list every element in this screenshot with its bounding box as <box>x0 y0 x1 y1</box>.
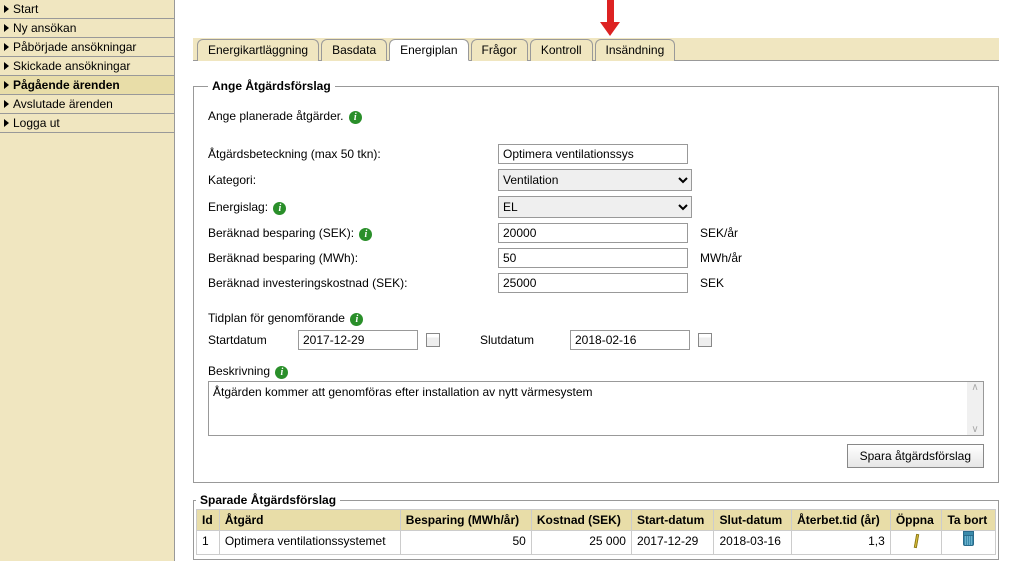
triangle-icon <box>4 100 9 108</box>
th-besparing: Besparing (MWh/år) <box>400 510 531 531</box>
calendar-icon[interactable] <box>698 333 712 347</box>
triangle-icon <box>4 81 9 89</box>
input-beteckning[interactable] <box>498 144 688 164</box>
form-intro: Ange planerade åtgärder. i <box>208 109 984 124</box>
info-icon[interactable]: i <box>359 228 372 241</box>
tabs: Energikartläggning Basdata Energiplan Fr… <box>193 38 999 61</box>
tab-energikartlaggning[interactable]: Energikartläggning <box>197 39 319 61</box>
sidebar-item-label: Start <box>13 2 38 16</box>
th-start: Start-datum <box>631 510 714 531</box>
label-energislag: Energislag: i <box>208 200 498 215</box>
cell-slut: 2018-03-16 <box>714 531 792 555</box>
label-investering: Beräknad investeringskostnad (SEK): <box>208 276 498 290</box>
select-kategori[interactable]: Ventilation <box>498 169 692 191</box>
pencil-icon[interactable] <box>913 534 918 548</box>
unit-mwhar: MWh/år <box>700 251 742 265</box>
sidebar-item-loggaut[interactable]: Logga ut <box>0 114 174 133</box>
label-beteckning: Åtgärdsbeteckning (max 50 tkn): <box>208 147 498 161</box>
sidebar-item-label: Påbörjade ansökningar <box>13 40 136 54</box>
th-aterbet: Återbet.tid (år) <box>792 510 891 531</box>
th-slut: Slut-datum <box>714 510 792 531</box>
sidebar-item-label: Avslutade ärenden <box>13 97 113 111</box>
th-kostnad: Kostnad (SEK) <box>531 510 631 531</box>
sidebar-item-avslutade[interactable]: Avslutade ärenden <box>0 95 174 114</box>
sidebar-item-pagaende[interactable]: Pågående ärenden <box>0 76 174 95</box>
cell-id: 1 <box>197 531 220 555</box>
cell-atgard: Optimera ventilationssystemet <box>219 531 400 555</box>
info-icon[interactable]: i <box>349 111 362 124</box>
input-slutdatum[interactable] <box>570 330 690 350</box>
sidebar-item-start[interactable]: Start <box>0 0 174 19</box>
cell-besparing: 50 <box>400 531 531 555</box>
triangle-icon <box>4 119 9 127</box>
label-besparing-sek: Beräknad besparing (SEK): i <box>208 226 498 241</box>
calendar-icon[interactable] <box>426 333 440 347</box>
textarea-beskrivning[interactable] <box>209 382 965 435</box>
sidebar-item-paborjade[interactable]: Påbörjade ansökningar <box>0 38 174 57</box>
tab-insandning[interactable]: Insändning <box>595 39 676 61</box>
save-button[interactable]: Spara åtgärdsförslag <box>847 444 984 468</box>
triangle-icon <box>4 62 9 70</box>
tab-basdata[interactable]: Basdata <box>321 39 387 61</box>
form-legend: Ange Åtgärdsförslag <box>208 79 335 93</box>
scroll-down-icon[interactable]: ∨ <box>971 424 978 435</box>
tab-fragor[interactable]: Frågor <box>471 39 528 61</box>
info-icon[interactable]: i <box>350 313 363 326</box>
input-startdatum[interactable] <box>298 330 418 350</box>
label-startdatum: Startdatum <box>208 333 298 347</box>
timeplan-title: Tidplan för genomförande i <box>208 311 984 326</box>
th-id: Id <box>197 510 220 531</box>
trash-icon[interactable] <box>963 534 974 546</box>
select-energislag[interactable]: EL <box>498 196 692 218</box>
sidebar-item-label: Skickade ansökningar <box>13 59 130 73</box>
info-icon[interactable]: i <box>275 366 288 379</box>
cell-kostnad: 25 000 <box>531 531 631 555</box>
table-row: 1 Optimera ventilationssystemet 50 25 00… <box>197 531 996 555</box>
label-besparing-mwh: Beräknad besparing (MWh): <box>208 251 498 265</box>
unit-sek: SEK <box>700 276 724 290</box>
th-atgard: Åtgärd <box>219 510 400 531</box>
sidebar-item-label: Pågående ärenden <box>13 78 120 92</box>
saved-atgardsforslag: Sparade Åtgärdsförslag Id Åtgärd Bespari… <box>193 493 999 560</box>
scroll-up-icon[interactable]: ∧ <box>971 382 978 393</box>
tab-energiplan[interactable]: Energiplan <box>389 39 468 61</box>
input-investering[interactable] <box>498 273 688 293</box>
saved-table: Id Åtgärd Besparing (MWh/år) Kostnad (SE… <box>196 509 996 555</box>
sidebar-item-ny-ansokan[interactable]: Ny ansökan <box>0 19 174 38</box>
label-slutdatum: Slutdatum <box>480 333 570 347</box>
tab-kontroll[interactable]: Kontroll <box>530 39 593 61</box>
triangle-icon <box>4 24 9 32</box>
input-besparing-sek[interactable] <box>498 223 688 243</box>
label-kategori: Kategori: <box>208 173 498 187</box>
sidebar-item-label: Logga ut <box>13 116 60 130</box>
triangle-icon <box>4 43 9 51</box>
sidebar: Start Ny ansökan Påbörjade ansökningar S… <box>0 0 175 561</box>
cell-aterbet: 1,3 <box>792 531 891 555</box>
sidebar-item-label: Ny ansökan <box>13 21 76 35</box>
label-beskrivning: Beskrivning i <box>208 364 984 379</box>
th-tabort: Ta bort <box>942 510 996 531</box>
unit-sekar: SEK/år <box>700 226 738 240</box>
info-icon[interactable]: i <box>273 202 286 215</box>
triangle-icon <box>4 5 9 13</box>
scrollbar[interactable]: ∧ ∨ <box>967 382 983 435</box>
form-atgardsforslag: Ange Åtgärdsförslag Ange planerade åtgär… <box>193 79 999 483</box>
cell-start: 2017-12-29 <box>631 531 714 555</box>
saved-legend: Sparade Åtgärdsförslag <box>196 493 340 507</box>
th-oppna: Öppna <box>890 510 942 531</box>
sidebar-item-skickade[interactable]: Skickade ansökningar <box>0 57 174 76</box>
input-besparing-mwh[interactable] <box>498 248 688 268</box>
